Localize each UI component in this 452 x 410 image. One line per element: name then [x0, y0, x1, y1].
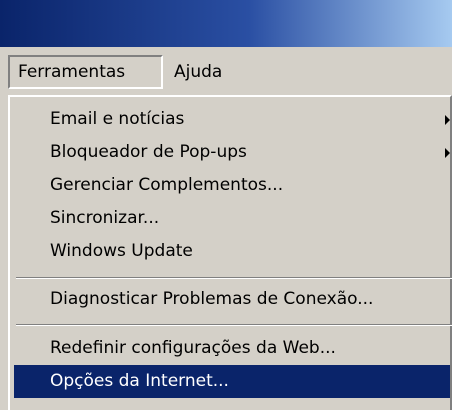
menu-separator — [16, 277, 452, 279]
submenu-arrow-icon — [445, 115, 450, 125]
menu-item-label: Gerenciar Complementos... — [50, 175, 284, 195]
menu-item-gerenciar-complementos[interactable]: Gerenciar Complementos... — [14, 169, 450, 202]
window-title-bar — [0, 0, 452, 47]
menu-separator — [16, 324, 452, 326]
menu-item-diagnosticar-problemas[interactable]: Diagnosticar Problemas de Conexão... — [14, 283, 450, 316]
menu-item-email-e-noticias[interactable]: Email e notícias — [14, 103, 450, 136]
menu-item-label: Bloqueador de Pop-ups — [50, 142, 247, 162]
menu-bar: Ferramentas Ajuda — [0, 47, 452, 96]
menu-ajuda[interactable]: Ajuda — [166, 55, 230, 89]
menu-item-bloqueador-de-pop-ups[interactable]: Bloqueador de Pop-ups — [14, 136, 450, 169]
menu-item-label: Sincronizar... — [50, 208, 160, 228]
menu-item-label: Opções da Internet... — [50, 371, 229, 391]
menu-item-label: Diagnosticar Problemas de Conexão... — [50, 289, 374, 309]
submenu-arrow-icon — [445, 148, 450, 158]
menu-item-opcoes-da-internet[interactable]: Opções da Internet... — [14, 365, 450, 398]
menu-ferramentas[interactable]: Ferramentas — [8, 55, 163, 89]
menu-item-label: Windows Update — [50, 241, 193, 261]
menu-item-redefinir-configuracoes[interactable]: Redefinir configurações da Web... — [14, 332, 450, 365]
menu-item-label: Email e notícias — [50, 109, 185, 129]
menu-item-windows-update[interactable]: Windows Update — [14, 235, 450, 268]
menu-item-sincronizar[interactable]: Sincronizar... — [14, 202, 450, 235]
ferramentas-dropdown-menu: Email e notícias Bloqueador de Pop-ups G… — [8, 95, 452, 410]
menu-item-label: Redefinir configurações da Web... — [50, 338, 336, 358]
